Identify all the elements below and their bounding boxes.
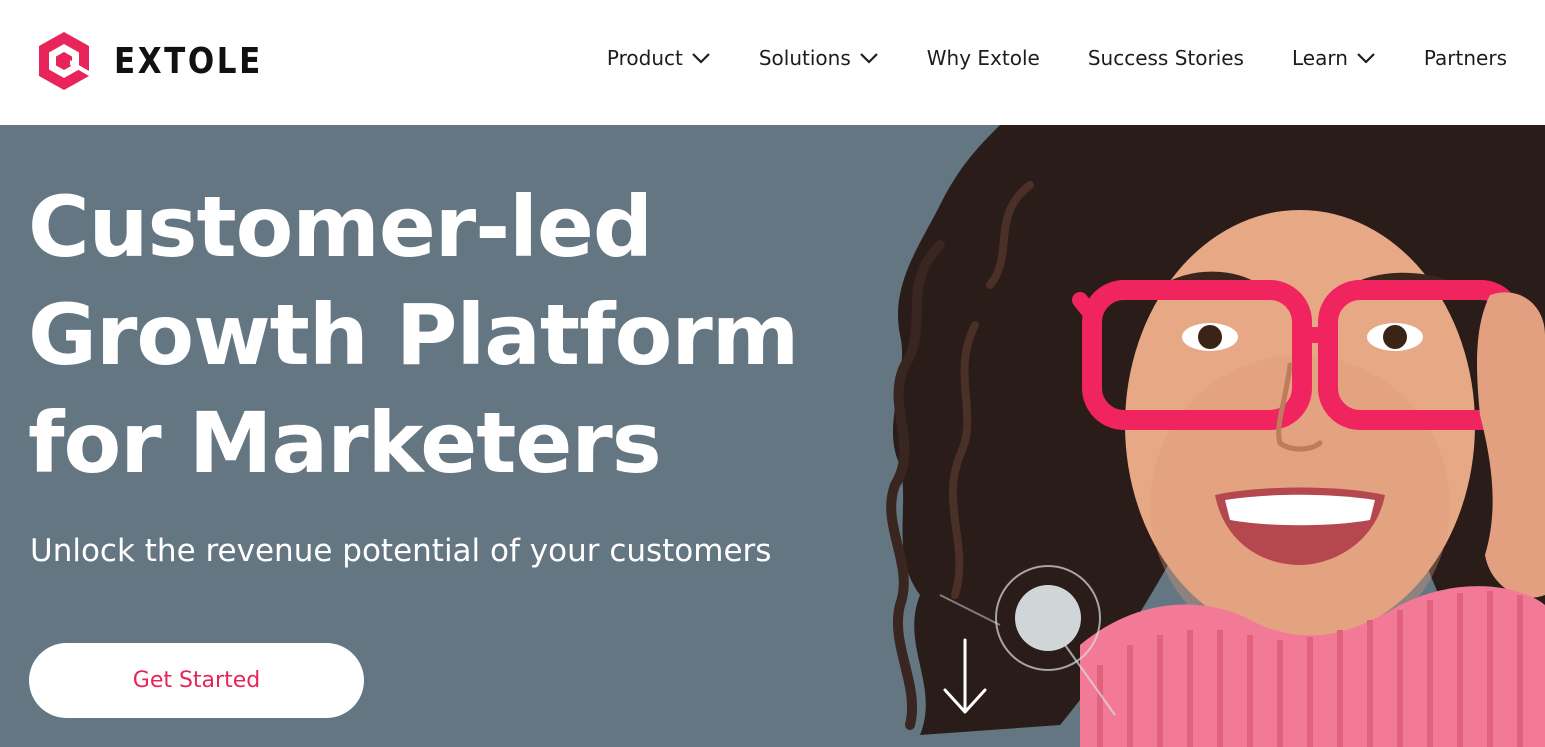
hero-title: Customer-led Growth Platform for Markete… bbox=[28, 173, 888, 497]
nav-item-label: Partners bbox=[1423, 46, 1507, 70]
hero-subtitle: Unlock the revenue potential of your cus… bbox=[30, 533, 772, 569]
nav-item-why-extole[interactable]: Why Extole bbox=[927, 46, 1040, 70]
get-started-button[interactable]: Get Started bbox=[29, 643, 364, 718]
nav-item-success-stories[interactable]: Success Stories bbox=[1088, 46, 1244, 70]
nav-item-solutions[interactable]: Solutions bbox=[759, 46, 879, 70]
hero-title-line: Customer-led bbox=[28, 178, 653, 276]
brand-name: EXTOLE bbox=[114, 40, 263, 82]
nav-item-product[interactable]: Product bbox=[607, 46, 711, 70]
site-header: EXTOLE Product Solutions Why Extole Succ… bbox=[0, 0, 1545, 125]
chevron-down-icon bbox=[1357, 53, 1375, 64]
nav-item-label: Learn bbox=[1291, 46, 1348, 70]
hero-title-line: for Marketers bbox=[28, 394, 662, 492]
arrow-down-icon[interactable] bbox=[940, 638, 990, 718]
nav-item-partners[interactable]: Partners bbox=[1424, 46, 1507, 70]
nav-item-label: Why Extole bbox=[926, 46, 1040, 70]
chevron-down-icon bbox=[859, 53, 878, 64]
extole-hexagon-logo-icon bbox=[39, 32, 89, 90]
nav-item-learn[interactable]: Learn bbox=[1292, 46, 1376, 70]
nav-item-label: Solutions bbox=[758, 46, 851, 70]
hero-section: Customer-led Growth Platform for Markete… bbox=[0, 125, 1545, 747]
logo-link[interactable]: EXTOLE bbox=[36, 30, 287, 92]
chevron-down-icon bbox=[692, 53, 710, 64]
nav-item-label: Product bbox=[606, 46, 683, 70]
hero-title-line: Growth Platform bbox=[28, 286, 799, 384]
main-nav: Product Solutions Why Extole Success Sto… bbox=[607, 46, 1507, 70]
nav-item-label: Success Stories bbox=[1087, 46, 1244, 70]
